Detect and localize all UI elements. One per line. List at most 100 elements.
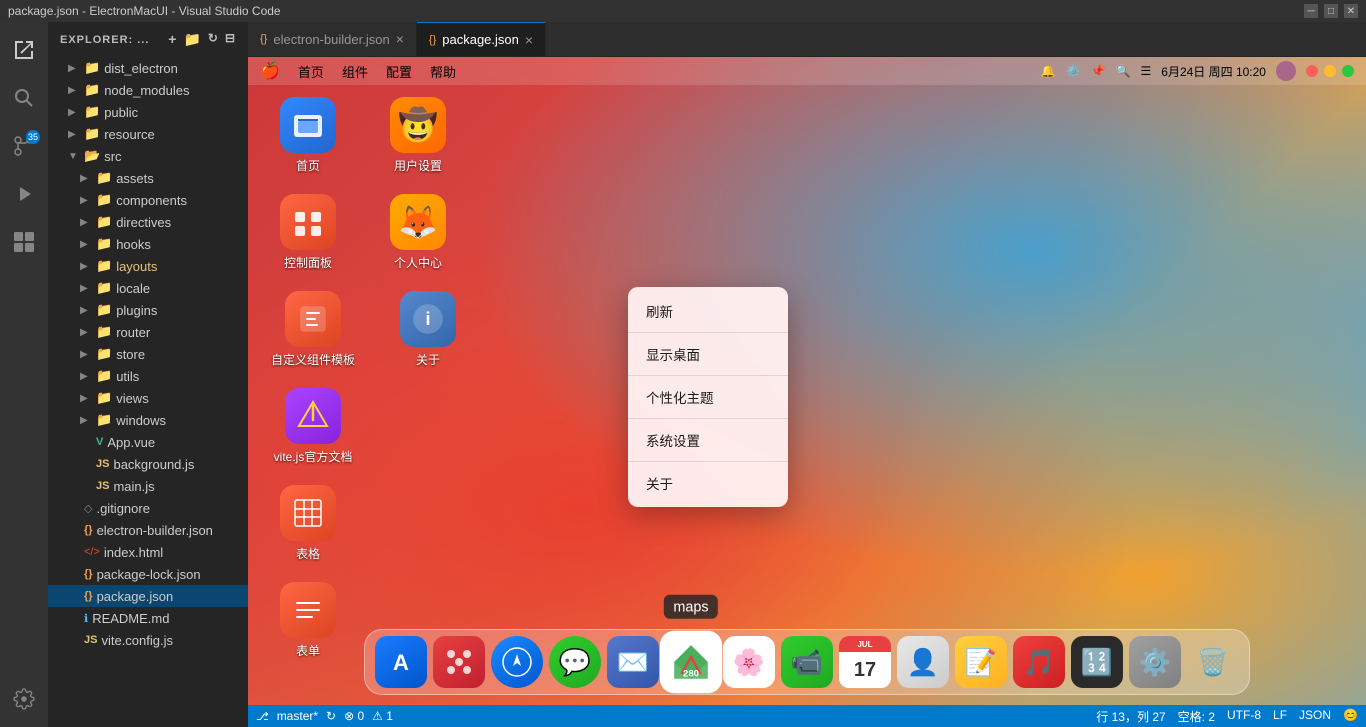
dock-app-store[interactable]: A: [375, 636, 427, 688]
desktop-icon-table[interactable]: 表格: [268, 485, 348, 562]
dock-calendar[interactable]: JUL 17: [839, 636, 891, 688]
dock-trash[interactable]: 🗑️: [1187, 636, 1239, 688]
collapse-icon[interactable]: ⊟: [225, 31, 236, 48]
gear-icon[interactable]: ⚙️: [1066, 64, 1081, 78]
desktop-icon-vite[interactable]: vite.js官方文档: [268, 388, 358, 465]
activity-explorer[interactable]: [4, 30, 44, 70]
maximize-button[interactable]: □: [1324, 4, 1338, 18]
context-menu-system-settings[interactable]: 系统设置: [628, 422, 788, 458]
dock-safari[interactable]: [491, 636, 543, 688]
notification-icon[interactable]: 🔔: [1041, 64, 1056, 78]
language-mode[interactable]: JSON: [1299, 708, 1331, 725]
tree-item-dist-electron[interactable]: ▶ 📁 dist_electron: [48, 57, 248, 79]
tree-item-src[interactable]: ▼ 📂 src: [48, 145, 248, 167]
tree-item-readme[interactable]: ▶ ℹ README.md: [48, 607, 248, 629]
spaces[interactable]: 空格: 2: [1178, 708, 1215, 725]
tree-item-router[interactable]: ▶ 📁 router: [48, 321, 248, 343]
context-menu-refresh[interactable]: 刷新: [628, 293, 788, 329]
minimize-button[interactable]: ─: [1304, 4, 1318, 18]
tree-item-views[interactable]: ▶ 📁 views: [48, 387, 248, 409]
user-avatar[interactable]: [1276, 61, 1296, 81]
mac-desktop[interactable]: 🍎 首页 组件 配置 帮助 🔔 ⚙️ 📌 🔍 ☰ 6月24日 周四 10:20: [248, 57, 1366, 705]
sync-icon[interactable]: ↻: [326, 709, 336, 723]
warnings-count[interactable]: ⚠ 1: [372, 709, 393, 723]
desktop-icon-form[interactable]: 表单: [268, 582, 348, 659]
folder-arrow: ▶: [80, 327, 92, 338]
minimize-traffic-light[interactable]: [1324, 65, 1336, 77]
tree-item-locale[interactable]: ▶ 📁 locale: [48, 277, 248, 299]
activity-settings[interactable]: [4, 679, 44, 719]
dock-messages[interactable]: 💬: [549, 636, 601, 688]
desktop-icon-about[interactable]: i 关于: [388, 291, 468, 368]
menu-help[interactable]: 帮助: [430, 62, 456, 81]
tree-item-assets[interactable]: ▶ 📁 assets: [48, 167, 248, 189]
refresh-icon[interactable]: ↻: [208, 31, 219, 48]
menu-config[interactable]: 配置: [386, 62, 412, 81]
pin-icon[interactable]: 📌: [1091, 64, 1106, 78]
close-traffic-light[interactable]: [1306, 65, 1318, 77]
tab-close-icon[interactable]: ×: [396, 32, 404, 46]
desktop-icon-profile[interactable]: 🦊 个人中心: [378, 194, 458, 271]
tab-close-active-icon[interactable]: ×: [525, 33, 533, 47]
desktop-icon-custom-template[interactable]: 自定义组件模板: [268, 291, 358, 368]
new-file-icon[interactable]: +: [168, 31, 177, 48]
desktop-icon-home[interactable]: 首页: [268, 97, 348, 174]
tree-item-hooks[interactable]: ▶ 📁 hooks: [48, 233, 248, 255]
list-icon[interactable]: ☰: [1141, 64, 1152, 78]
feedback-icon[interactable]: 😊: [1343, 708, 1358, 725]
tree-item-electron-builder[interactable]: ▶ {} electron-builder.json: [48, 519, 248, 541]
dock-calculator[interactable]: 🔢: [1071, 636, 1123, 688]
close-button[interactable]: ✕: [1344, 4, 1358, 18]
git-branch-name[interactable]: master*: [277, 709, 318, 723]
cursor-position[interactable]: 行 13，列 27: [1096, 708, 1165, 725]
dock-launchpad[interactable]: [433, 636, 485, 688]
dock-system-prefs[interactable]: ⚙️: [1129, 636, 1181, 688]
tree-item-gitignore[interactable]: ▶ ◇ .gitignore: [48, 497, 248, 519]
tree-item-node-modules[interactable]: ▶ 📁 node_modules: [48, 79, 248, 101]
tab-electron-builder[interactable]: {} electron-builder.json ×: [248, 22, 417, 56]
apple-menu[interactable]: 🍎: [260, 61, 280, 81]
activity-search[interactable]: [4, 78, 44, 118]
desktop-icon-user-settings[interactable]: 🤠 用户设置: [378, 97, 458, 174]
context-menu-show-desktop[interactable]: 显示桌面: [628, 336, 788, 372]
tree-item-index-html[interactable]: ▶ </> index.html: [48, 541, 248, 563]
tree-item-app-vue[interactable]: ▶ V App.vue: [48, 431, 248, 453]
tree-item-layouts[interactable]: ▶ 📁 layouts: [48, 255, 248, 277]
maximize-traffic-light[interactable]: [1342, 65, 1354, 77]
context-menu-theme[interactable]: 个性化主题: [628, 379, 788, 415]
desktop-icon-dashboard[interactable]: 控制面板: [268, 194, 348, 271]
activity-debug[interactable]: [4, 174, 44, 214]
dock-music[interactable]: 🎵: [1013, 636, 1065, 688]
tree-item-public[interactable]: ▶ 📁 public: [48, 101, 248, 123]
tree-item-main-js[interactable]: ▶ JS main.js: [48, 475, 248, 497]
line-ending[interactable]: LF: [1273, 708, 1287, 725]
search-icon[interactable]: 🔍: [1116, 64, 1131, 78]
tab-package-json[interactable]: {} package.json ×: [417, 22, 546, 56]
activity-source-control[interactable]: 35: [4, 126, 44, 166]
tree-item-package-lock[interactable]: ▶ {} package-lock.json: [48, 563, 248, 585]
context-menu-about[interactable]: 关于: [628, 465, 788, 501]
tree-item-store[interactable]: ▶ 📁 store: [48, 343, 248, 365]
dock-mail[interactable]: ✉️: [607, 636, 659, 688]
dock-contacts[interactable]: 👤: [897, 636, 949, 688]
dock-photos[interactable]: 🌸: [723, 636, 775, 688]
tree-item-windows[interactable]: ▶ 📁 windows: [48, 409, 248, 431]
dock-facetime[interactable]: 📹: [781, 636, 833, 688]
dock-notes[interactable]: 📝: [955, 636, 1007, 688]
tree-item-package-json[interactable]: ▶ {} package.json: [48, 585, 248, 607]
menu-home[interactable]: 首页: [298, 62, 324, 81]
errors-count[interactable]: ⊗ 0: [344, 709, 364, 723]
tree-item-directives[interactable]: ▶ 📁 directives: [48, 211, 248, 233]
tree-item-resource[interactable]: ▶ 📁 resource: [48, 123, 248, 145]
activity-extensions[interactable]: [4, 222, 44, 262]
tree-item-vite-config[interactable]: ▶ JS vite.config.js: [48, 629, 248, 651]
menu-component[interactable]: 组件: [342, 62, 368, 81]
new-folder-icon[interactable]: 📁: [183, 31, 201, 48]
encoding[interactable]: UTF-8: [1227, 708, 1261, 725]
dock-maps[interactable]: maps 280: [660, 631, 722, 693]
tree-item-utils[interactable]: ▶ 📁 utils: [48, 365, 248, 387]
tab-label: package.json: [442, 32, 519, 47]
tree-item-background-js[interactable]: ▶ JS background.js: [48, 453, 248, 475]
tree-item-plugins[interactable]: ▶ 📁 plugins: [48, 299, 248, 321]
tree-item-components[interactable]: ▶ 📁 components: [48, 189, 248, 211]
